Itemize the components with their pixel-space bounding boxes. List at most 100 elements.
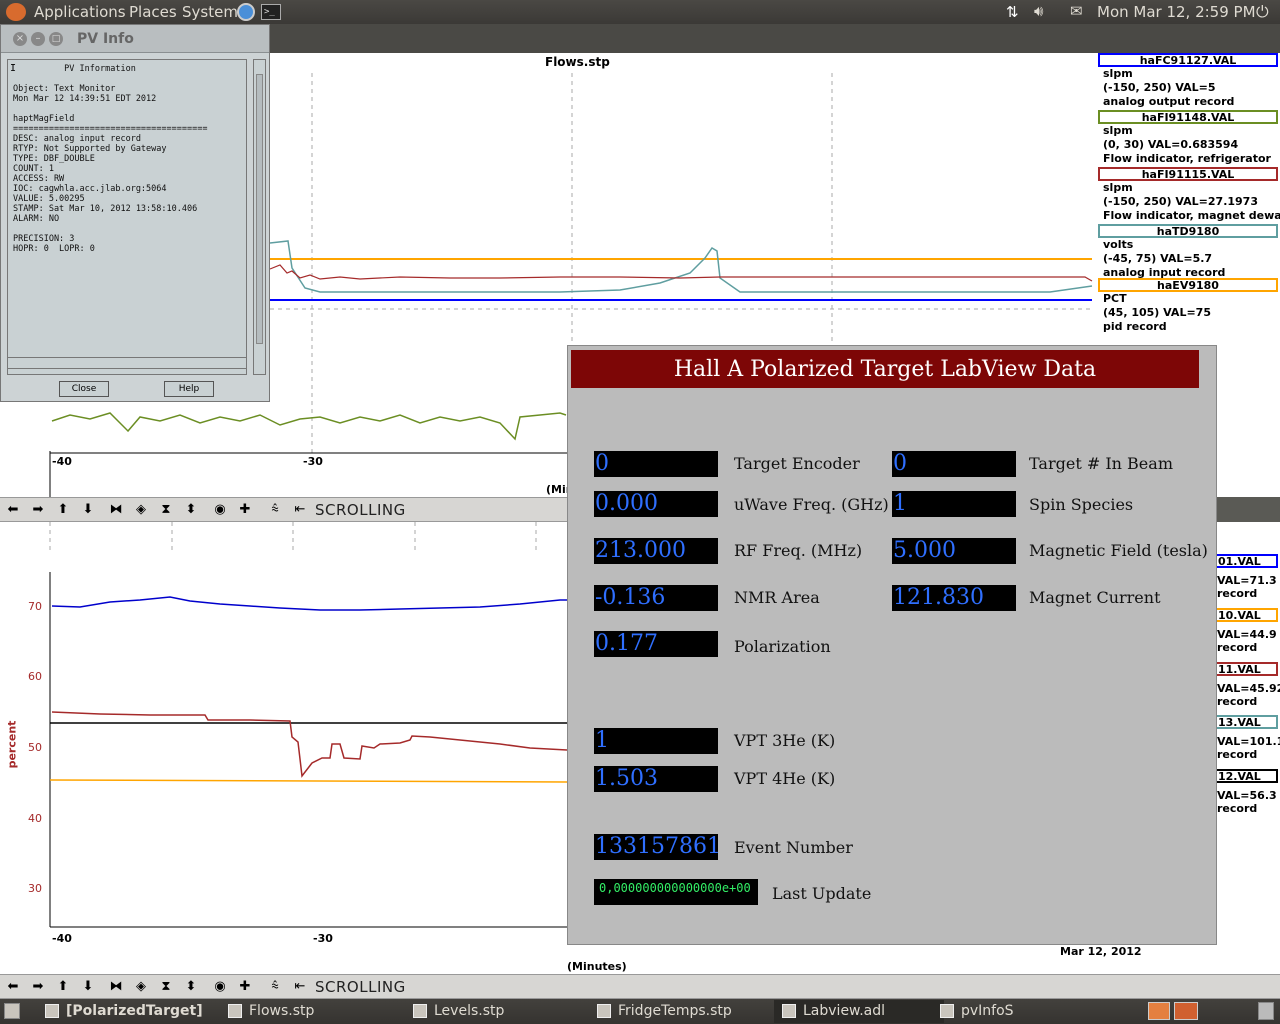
- legend-entry-name[interactable]: haFC91127.VAL: [1098, 53, 1278, 67]
- minimize-icon[interactable]: –: [31, 32, 45, 46]
- task-labview[interactable]: Labview.adl: [803, 1003, 885, 1019]
- scrolling-label: SCROLLING: [315, 501, 406, 519]
- reset-icon[interactable]: ✚: [235, 977, 255, 997]
- power-icon[interactable]: ⏻: [1256, 2, 1269, 22]
- scroll-down-icon[interactable]: ⬇: [78, 977, 98, 997]
- flows-toolbar: ⬅ ➡ ⬆ ⬇ ⧓ ◈ ⧗ ⬍ ◉ ✚ ⩯ ⇤ SCROLLING: [0, 497, 567, 522]
- legend2-entry-desc: record: [1217, 587, 1258, 600]
- terminal-icon[interactable]: >_: [261, 4, 281, 20]
- legend2-entry-val: VAL=71.3: [1217, 574, 1277, 587]
- task-fridgetemps[interactable]: FridgeTemps.stp: [618, 1003, 732, 1019]
- legend-entry-units: volts: [1103, 238, 1134, 251]
- zoom-in-y-icon[interactable]: ⧗: [156, 500, 176, 520]
- volume-icon[interactable]: 🔊︎: [1034, 2, 1043, 20]
- zoom-out-y-icon[interactable]: ⬍: [181, 500, 201, 520]
- levels-ytick-60: 60: [28, 670, 42, 683]
- levels-xlabel: (Minutes): [567, 960, 627, 973]
- task-levels[interactable]: Levels.stp: [434, 1003, 504, 1019]
- levels-ytick-50: 50: [28, 741, 42, 754]
- target-encoder-label: Target Encoder: [734, 454, 860, 473]
- labview-title: Hall A Polarized Target LabView Data: [571, 350, 1199, 388]
- help-button[interactable]: Help: [164, 381, 214, 397]
- horizontal-scrollbar[interactable]: [7, 357, 247, 369]
- window-icon: [940, 1004, 954, 1018]
- zoom-in-x-icon[interactable]: ⧓: [106, 977, 126, 997]
- uwave-freq-value: 0.000: [594, 491, 718, 517]
- window-icon: [413, 1004, 427, 1018]
- pv-info-titlebar[interactable]: × – □ PV Info: [1, 25, 269, 53]
- taskbar: [PolarizedTarget] Flows.stp Levels.stp F…: [0, 999, 1280, 1024]
- places-menu[interactable]: Places: [129, 3, 177, 21]
- magnetic-field-value: 5.000: [892, 538, 1016, 564]
- show-desktop-icon[interactable]: [4, 1003, 20, 1019]
- goto-end-icon[interactable]: ⇤: [290, 977, 310, 997]
- task-flows[interactable]: Flows.stp: [249, 1003, 314, 1019]
- scroll-up-icon[interactable]: ⬆: [53, 977, 73, 997]
- config-icon[interactable]: ⩯: [265, 977, 285, 997]
- reset-icon[interactable]: ✚: [235, 500, 255, 520]
- series-11: [51, 711, 567, 778]
- legend-entry-range: (-45, 75) VAL=5.7: [1103, 252, 1213, 265]
- legend-entry-name[interactable]: haFI91148.VAL: [1098, 110, 1278, 124]
- trash-icon[interactable]: [1258, 1002, 1274, 1020]
- scroll-up-icon[interactable]: ⬆: [53, 500, 73, 520]
- auto-scale-icon[interactable]: ◉: [210, 500, 230, 520]
- legend-entry-range: (45, 105) VAL=75: [1103, 306, 1211, 319]
- legend-entry-desc: Flow indicator, refrigerator: [1103, 152, 1271, 165]
- scroll-right-icon[interactable]: ➡: [28, 977, 48, 997]
- flows-window-titlebar[interactable]: [270, 24, 1280, 53]
- auto-scale-icon[interactable]: ◉: [210, 977, 230, 997]
- mail-icon[interactable]: ✉︎: [1070, 2, 1083, 20]
- legend-entry-name[interactable]: haTD9180: [1098, 224, 1278, 238]
- applications-menu[interactable]: Applications: [34, 3, 126, 21]
- zoom-in-y-icon[interactable]: ⧗: [156, 977, 176, 997]
- close-button[interactable]: Close: [59, 381, 109, 397]
- scroll-left-icon[interactable]: ⬅: [3, 500, 23, 520]
- nmr-area-value: -0.136: [594, 585, 718, 611]
- vpt-4he-label: VPT 4He (K): [734, 769, 836, 788]
- polarization-label: Polarization: [734, 637, 831, 656]
- pv-info-text[interactable]: PV Information Object: Text Monitor Mon …: [7, 59, 247, 375]
- pv-info-window: × – □ PV Info PV Information Object: Tex…: [0, 24, 270, 402]
- scroll-down-icon[interactable]: ⬇: [78, 500, 98, 520]
- config-icon[interactable]: ⩯: [265, 500, 285, 520]
- spin-species-value: 1: [892, 491, 1016, 517]
- browser-icon[interactable]: [237, 3, 255, 21]
- task-polarizedtarget[interactable]: [PolarizedTarget]: [66, 1003, 203, 1019]
- rf-freq-value: 213.000: [594, 538, 718, 564]
- legend2-entry-val: VAL=44.9: [1217, 628, 1277, 641]
- levels-xtick-0: -40: [52, 932, 72, 945]
- ubuntu-logo-icon[interactable]: [6, 3, 26, 21]
- scroll-left-icon[interactable]: ⬅: [3, 977, 23, 997]
- polarization-value: 0.177: [594, 631, 718, 657]
- legend-entry-name[interactable]: haEV9180: [1098, 278, 1278, 292]
- network-icon[interactable]: ⇅: [1006, 3, 1019, 21]
- zoom-out-x-icon[interactable]: ◈: [131, 500, 151, 520]
- zoom-out-y-icon[interactable]: ⬍: [181, 977, 201, 997]
- close-icon[interactable]: ×: [13, 32, 27, 46]
- workspace-1[interactable]: [1148, 1002, 1170, 1020]
- workspace-2[interactable]: [1174, 1002, 1198, 1020]
- system-menu[interactable]: System: [182, 3, 238, 21]
- vertical-scrollbar[interactable]: [253, 59, 266, 375]
- legend-entry-desc: analog output record: [1103, 95, 1235, 108]
- series-01: [51, 596, 567, 611]
- maximize-icon[interactable]: □: [49, 32, 63, 46]
- uwave-freq-label: uWave Freq. (GHz): [734, 495, 889, 514]
- levels-ytick-40: 40: [28, 812, 42, 825]
- zoom-out-x-icon[interactable]: ◈: [131, 977, 151, 997]
- legend-entry-name[interactable]: haFI91115.VAL: [1098, 167, 1278, 181]
- legend2-entry-desc: record: [1217, 748, 1258, 761]
- task-pvinfos[interactable]: pvInfoS: [961, 1003, 1014, 1019]
- target-in-beam-value: 0: [892, 451, 1016, 477]
- clock[interactable]: Mon Mar 12, 2:59 PM: [1097, 3, 1256, 21]
- legend2-entry-desc: record: [1217, 802, 1258, 815]
- levels-xtick-1: -30: [313, 932, 333, 945]
- rf-freq-label: RF Freq. (MHz): [734, 541, 863, 560]
- scroll-thumb[interactable]: [256, 74, 263, 344]
- window-icon: [228, 1004, 242, 1018]
- scroll-right-icon[interactable]: ➡: [28, 500, 48, 520]
- zoom-in-x-icon[interactable]: ⧓: [106, 500, 126, 520]
- levels-toolbar: ⬅ ➡ ⬆ ⬇ ⧓ ◈ ⧗ ⬍ ◉ ✚ ⩯ ⇤ SCROLLING: [0, 974, 1280, 999]
- goto-end-icon[interactable]: ⇤: [290, 500, 310, 520]
